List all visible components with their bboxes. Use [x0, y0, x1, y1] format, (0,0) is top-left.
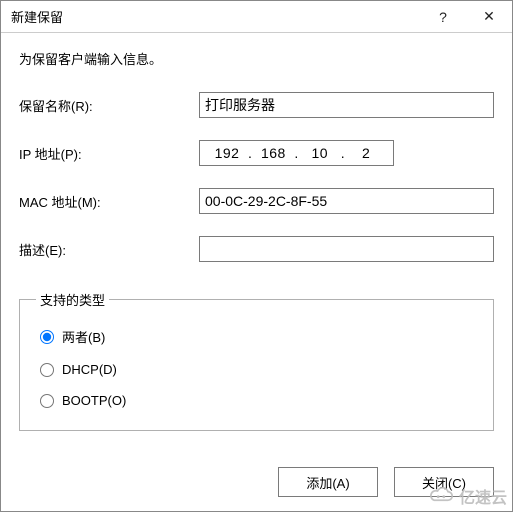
ip-octet-1[interactable]: 192 — [210, 145, 244, 161]
radio-bootp[interactable] — [40, 394, 54, 408]
ip-octet-4[interactable]: 2 — [349, 145, 383, 161]
ip-octet-2[interactable]: 168 — [256, 145, 290, 161]
reservation-name-input[interactable] — [199, 92, 494, 118]
mac-address-input[interactable] — [199, 188, 494, 214]
description-input[interactable] — [199, 236, 494, 262]
dialog-content: 为保留客户端输入信息。 保留名称(R): IP 地址(P): 192 . 168… — [1, 33, 512, 453]
radio-both[interactable] — [40, 330, 54, 344]
row-reservation-name: 保留名称(R): — [19, 92, 494, 118]
row-description: 描述(E): — [19, 236, 494, 262]
radio-dhcp-row[interactable]: DHCP(D) — [36, 354, 477, 385]
titlebar: 新建保留 ? ✕ — [1, 1, 512, 33]
mac-address-label: MAC 地址(M): — [19, 192, 199, 211]
ip-octet-3[interactable]: 10 — [303, 145, 337, 161]
ip-address-input[interactable]: 192 . 168 . 10 . 2 — [199, 140, 394, 166]
close-window-button[interactable]: ✕ — [466, 1, 512, 33]
add-button[interactable]: 添加(A) — [278, 467, 378, 497]
help-button[interactable]: ? — [420, 1, 466, 33]
close-icon: ✕ — [483, 8, 495, 25]
radio-bootp-row[interactable]: BOOTP(O) — [36, 385, 477, 416]
help-icon: ? — [439, 9, 447, 25]
row-mac-address: MAC 地址(M): — [19, 188, 494, 214]
supported-types-group: 支持的类型 两者(B) DHCP(D) BOOTP(O) — [19, 290, 494, 431]
close-button[interactable]: 关闭(C) — [394, 467, 494, 497]
radio-bootp-label: BOOTP(O) — [62, 393, 126, 408]
radio-dhcp[interactable] — [40, 363, 54, 377]
ip-address-label: IP 地址(P): — [19, 144, 199, 163]
supported-types-legend: 支持的类型 — [36, 290, 109, 309]
dialog-description: 为保留客户端输入信息。 — [19, 49, 494, 68]
reservation-name-label: 保留名称(R): — [19, 96, 199, 115]
radio-dhcp-label: DHCP(D) — [62, 362, 117, 377]
radio-both-row[interactable]: 两者(B) — [36, 319, 477, 354]
dialog-window: 新建保留 ? ✕ 为保留客户端输入信息。 保留名称(R): IP 地址(P): … — [0, 0, 513, 512]
window-title: 新建保留 — [1, 7, 420, 26]
row-ip-address: IP 地址(P): 192 . 168 . 10 . 2 — [19, 140, 494, 166]
radio-both-label: 两者(B) — [62, 327, 105, 346]
button-bar: 添加(A) 关闭(C) — [1, 453, 512, 511]
description-label: 描述(E): — [19, 240, 199, 259]
